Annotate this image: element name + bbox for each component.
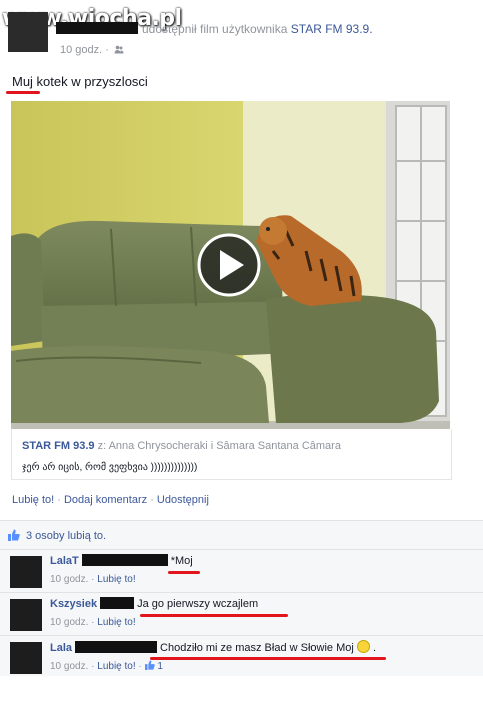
likes-count[interactable]: 3 osoby lubią to.	[26, 530, 106, 542]
shared-attribution[interactable]: z: Anna Chrysocheraki i Sâmara Santana C…	[98, 440, 341, 452]
avatar[interactable]	[10, 599, 42, 631]
comment-like-link[interactable]: Lubię to!	[97, 617, 135, 628]
thumbs-up-icon	[144, 660, 155, 670]
shared-attachment[interactable]: STAR FM 93.9 z: Anna Chrysocheraki i Sâm…	[11, 429, 452, 480]
redacted-name	[100, 597, 135, 609]
likes-summary: 3 osoby lubią to.	[0, 520, 483, 549]
separator: ·	[147, 494, 157, 506]
post-time[interactable]: 10 godz. ·	[60, 44, 109, 56]
avatar[interactable]	[10, 556, 42, 588]
comment-line: Lala Chodziło mi ze masz Bład w Słowie Mo…	[50, 640, 376, 654]
comment-text: Ja go pierwszy wczajlem	[137, 598, 259, 610]
shared-title: STAR FM 93.9 z: Anna Chrysocheraki i Sâm…	[22, 440, 341, 452]
redacted-name	[75, 641, 158, 653]
comment-author[interactable]: Kszysiek	[50, 598, 97, 610]
post-actions: Lubię to! · Dodaj komentarz · Udostępnij	[12, 494, 209, 506]
comment-like-link[interactable]: Lubię to!	[97, 574, 135, 585]
redacted-name	[56, 22, 138, 34]
post-header-line: udostępnił film użytkownika STAR FM 93.9…	[56, 22, 373, 36]
annotation-underline	[140, 614, 288, 617]
annotation-underline	[168, 571, 200, 574]
comment-meta: 10 godz. · Lubię to!	[50, 617, 136, 628]
comment-author[interactable]: LalaT	[50, 555, 79, 567]
comment-line: LalaT *Moj	[50, 554, 193, 567]
annotation-underline-post	[6, 91, 40, 94]
shared-page-link[interactable]: STAR FM 93.9.	[291, 22, 373, 36]
comment-line: Kszysiek Ja go pierwszy wczajlem	[50, 597, 258, 610]
post-timestamp[interactable]: 10 godz. ·	[60, 44, 124, 56]
smile-emoji-icon	[356, 640, 370, 653]
avatar[interactable]	[10, 642, 42, 674]
share-link[interactable]: Udostępnij	[157, 494, 209, 506]
video-player[interactable]	[11, 101, 450, 429]
redacted-name	[81, 554, 168, 566]
avatar[interactable]	[8, 12, 48, 52]
shared-page-name[interactable]: STAR FM 93.9	[22, 440, 95, 452]
video-thumbnail	[11, 101, 450, 429]
thumbs-up-icon	[8, 529, 20, 541]
annotation-underline	[150, 657, 386, 660]
comment-like-count[interactable]: 1	[157, 661, 163, 672]
comment-text: *Moj	[170, 555, 193, 567]
post-text: Muj kotek w przyszlosci	[12, 74, 148, 89]
like-link[interactable]: Lubię to!	[12, 494, 54, 506]
comment-time[interactable]: 10 godz.	[50, 617, 88, 628]
comment-meta: 10 godz. · Lubię to! · 1	[50, 660, 163, 672]
post-header: udostępnił film użytkownika STAR FM 93.9…	[8, 12, 468, 62]
comment-meta: 10 godz. · Lubię to!	[50, 574, 136, 585]
comment-link[interactable]: Dodaj komentarz	[64, 494, 147, 506]
comment-author[interactable]: Lala	[50, 642, 72, 654]
page-bottom	[0, 676, 483, 712]
comment-suffix: .	[372, 642, 376, 654]
header-action-text: udostępnił film użytkownika	[142, 22, 288, 36]
comment-time[interactable]: 10 godz.	[50, 661, 88, 672]
shared-description: ჯერ არ იცის, რომ ვეფხვია ))))))))))))))	[22, 462, 198, 473]
friends-icon	[114, 45, 124, 54]
comment-text: Chodziło mi ze masz Bład w Słowie Moj	[160, 642, 354, 654]
comment: LalaT *Moj 10 godz. · Lubię to!	[0, 549, 483, 592]
comment-like-link[interactable]: Lubię to!	[97, 661, 135, 672]
comment-time[interactable]: 10 godz.	[50, 574, 88, 585]
separator: ·	[54, 494, 64, 506]
